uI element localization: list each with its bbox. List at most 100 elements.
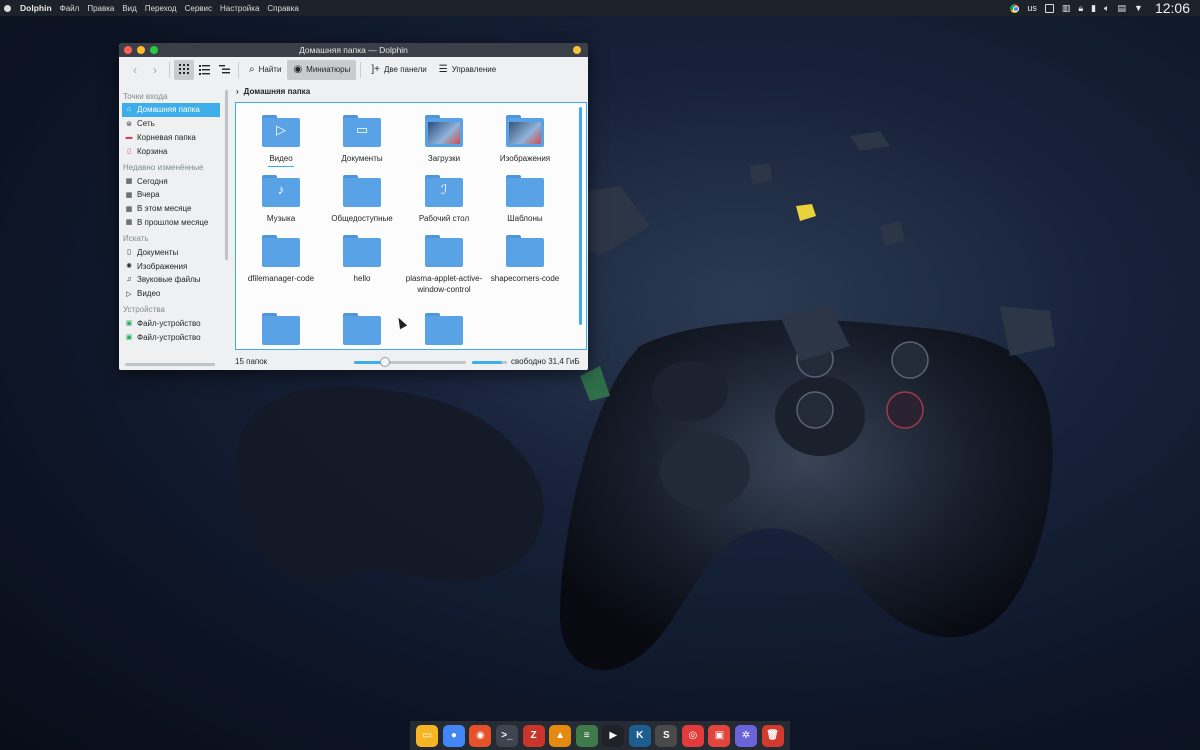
folder-item[interactable]: Шаблоны: [485, 175, 565, 224]
terminal-icon[interactable]: >_: [495, 724, 518, 747]
places-item[interactable]: ▦ Вчера: [119, 188, 227, 202]
menu-file[interactable]: Файл: [60, 4, 80, 13]
menu-help[interactable]: Справка: [267, 4, 298, 13]
split-view-button[interactable]: ]+ Две панели: [365, 60, 432, 80]
chrome-tray-icon[interactable]: [1010, 3, 1020, 13]
folder-item[interactable]: ▭ Документы: [322, 115, 402, 164]
folder-item[interactable]: Изображения: [485, 115, 565, 164]
compact-view-button[interactable]: [194, 60, 214, 80]
calendar-icon: ▦: [125, 205, 133, 213]
application-launcher-icon[interactable]: [0, 0, 14, 16]
folder-icon: [425, 313, 463, 345]
notes-icon[interactable]: ≡: [575, 724, 598, 747]
media-player-icon[interactable]: ▶: [602, 724, 625, 747]
places-item[interactable]: ▷ Видео: [119, 287, 227, 301]
places-item[interactable]: ✺ Изображения: [119, 259, 227, 273]
find-button-label: Найти: [258, 65, 282, 74]
vlc-icon[interactable]: ▲: [549, 724, 572, 747]
recorder-icon[interactable]: ◎: [681, 724, 704, 747]
places-item[interactable]: ▬ Корневая папка: [119, 131, 227, 145]
menu-tools[interactable]: Сервис: [185, 4, 212, 13]
places-item-label: Сегодня: [137, 176, 168, 186]
notifications-icon[interactable]: ▤: [1118, 3, 1127, 14]
folder-item[interactable]: shapecorners-code: [485, 235, 565, 284]
folder-item[interactable]: ℐ Рабочий стол: [404, 175, 484, 224]
icons-view-button[interactable]: [174, 59, 194, 80]
details-view-button[interactable]: [214, 60, 234, 80]
menu-edit[interactable]: Правка: [87, 4, 114, 13]
places-item-label: Корневая папка: [137, 132, 196, 142]
folder-item[interactable]: hello: [322, 235, 402, 284]
folder-item[interactable]: [322, 313, 402, 349]
places-item[interactable]: ⌂ Домашняя папка: [122, 103, 220, 117]
zoom-slider[interactable]: [354, 357, 466, 367]
places-item[interactable]: ▣ Файл-устройство: [119, 317, 227, 331]
disk-usage-bar: [472, 361, 507, 364]
status-bar: 15 папок свободно 31,4 ГиБ: [235, 352, 588, 368]
settings-icon[interactable]: ✲: [735, 724, 758, 747]
clock[interactable]: 12:06: [1155, 0, 1190, 16]
tray-expand-icon[interactable]: ▼: [1134, 3, 1143, 13]
file-view-scrollbar[interactable]: [579, 107, 582, 325]
chrome-icon[interactable]: ●: [442, 724, 465, 747]
places-item[interactable]: ⊜ Сеть: [119, 117, 227, 131]
places-horizontal-scrollbar[interactable]: [125, 363, 215, 366]
folder-name: shapecorners-code: [490, 274, 560, 283]
keep-above-button[interactable]: [573, 46, 581, 54]
folder-item[interactable]: dfilemanager-code: [241, 235, 321, 284]
sublime-icon[interactable]: S: [655, 724, 678, 747]
folder-icon: [506, 175, 544, 207]
preview-button[interactable]: ◉ Миниатюры: [287, 59, 357, 80]
forward-button[interactable]: ›: [145, 60, 165, 80]
places-scrollbar[interactable]: [225, 90, 228, 260]
active-app-name: Dolphin: [20, 3, 52, 13]
firefox-icon[interactable]: ◉: [469, 724, 492, 747]
breadcrumb-home[interactable]: Домашняя папка: [244, 87, 310, 96]
menu-settings[interactable]: Настройка: [220, 4, 259, 13]
gift-icon[interactable]: ▣: [708, 724, 731, 747]
grid-icon: [178, 64, 189, 74]
find-button[interactable]: ⌕ Найти: [243, 60, 287, 80]
places-item[interactable]: ▦ Сегодня: [119, 174, 227, 188]
places-item[interactable]: ▦ В этом месяце: [119, 202, 227, 216]
zoom-slider-handle[interactable]: [380, 357, 391, 367]
volume-icon[interactable]: 🔈︎: [1104, 3, 1109, 14]
folder-name: Рабочий стол: [418, 214, 470, 223]
kodi-icon[interactable]: K: [628, 724, 651, 747]
calendar-icon: ▦: [125, 191, 133, 199]
keyboard-layout-indicator[interactable]: us: [1027, 3, 1037, 13]
control-menu-button[interactable]: ☰ Управление: [433, 60, 502, 80]
folder-item[interactable]: ♪ Музыка: [241, 175, 321, 224]
folder-icon: [506, 115, 544, 147]
lock-icon[interactable]: 🔒︎: [1078, 3, 1083, 14]
places-item[interactable]: ▯ Документы: [119, 245, 227, 259]
preview-button-label: Миниатюры: [306, 65, 351, 74]
trash-icon[interactable]: 🗑: [761, 724, 784, 747]
folder-item[interactable]: [241, 313, 321, 349]
files-icon[interactable]: ▭: [416, 724, 439, 747]
folder-item[interactable]: Загрузки: [404, 115, 484, 164]
menu-go[interactable]: Переход: [145, 4, 177, 13]
breadcrumb[interactable]: › Домашняя папка: [236, 87, 310, 96]
places-item-label: Файл-устройство: [137, 318, 201, 328]
network-icon: ⊜: [126, 120, 132, 128]
folder-item[interactable]: Общедоступные: [322, 175, 402, 224]
places-section-title: Точки входа: [123, 91, 168, 101]
places-item[interactable]: ▯ Корзина: [119, 144, 227, 158]
selection-underline: [268, 166, 294, 167]
places-item[interactable]: ♫ Звуковые файлы: [119, 273, 227, 287]
system-tray: us ▥ 🔒︎ ▮ 🔈︎ ▤ ▼ 12:06: [1010, 0, 1200, 16]
folder-item[interactable]: plasma-applet-active-window-control: [404, 235, 484, 295]
back-button[interactable]: ‹: [125, 60, 145, 80]
folder-item[interactable]: ▷ Видео: [241, 115, 321, 167]
menu-view[interactable]: Вид: [122, 4, 136, 13]
battery-icon[interactable]: ▮: [1091, 3, 1096, 14]
filezilla-icon[interactable]: Z: [522, 724, 545, 747]
places-item[interactable]: ▦ В прошлом месяце: [119, 216, 227, 230]
display-icon[interactable]: [1044, 3, 1054, 13]
folder-item[interactable]: [404, 313, 484, 349]
window-titlebar[interactable]: Домашняя папка — Dolphin: [119, 43, 588, 57]
places-item[interactable]: ▣ Файл-устройство: [119, 330, 227, 344]
file-view[interactable]: ▷ Видео ▭ Документы Загрузки Изображения ♪ Музы…: [235, 102, 587, 350]
clipboard-icon[interactable]: ▥: [1062, 3, 1071, 14]
